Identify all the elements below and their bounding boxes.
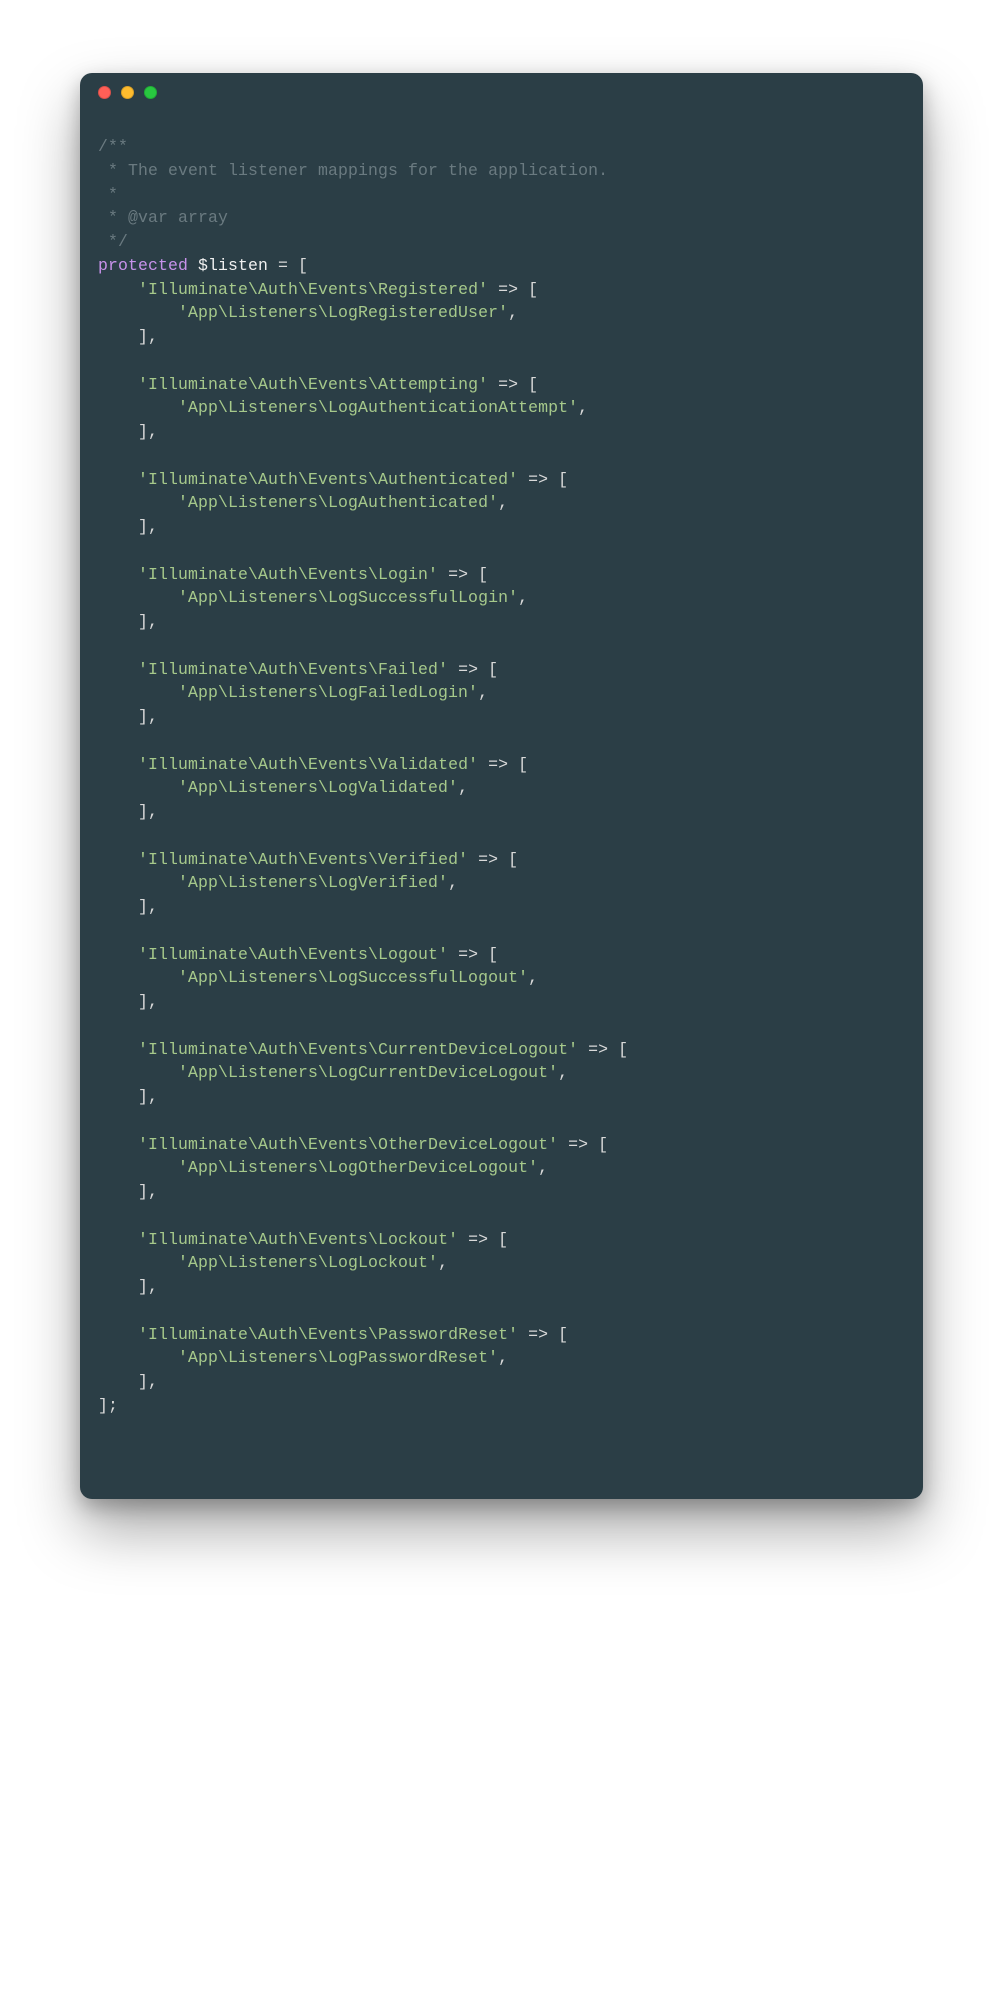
doccomment-blank: * [98, 185, 118, 204]
assign-open: = [ [268, 256, 308, 275]
window-titlebar [80, 73, 923, 111]
arrow-open: => [ [488, 375, 538, 394]
listener-string: 'App\Listeners\LogRegisteredUser' [178, 303, 508, 322]
listener-trail: , [578, 398, 588, 417]
listener-trail: , [498, 493, 508, 512]
doccomment-var: * @var array [98, 208, 228, 227]
entry-close: ], [138, 897, 158, 916]
arrow-open: => [ [478, 755, 528, 774]
event-string: 'Illuminate\Auth\Events\CurrentDeviceLog… [138, 1040, 578, 1059]
listener-string: 'App\Listeners\LogLockout' [178, 1253, 438, 1272]
listener-string: 'App\Listeners\LogValidated' [178, 778, 458, 797]
keyword-protected: protected [98, 256, 188, 275]
listener-string: 'App\Listeners\LogPasswordReset' [178, 1348, 498, 1367]
listener-trail: , [508, 303, 518, 322]
doccomment-close: */ [98, 232, 128, 251]
entry-close: ], [138, 1087, 158, 1106]
entry-close: ], [138, 422, 158, 441]
arrow-open: => [ [468, 850, 518, 869]
listener-string: 'App\Listeners\LogSuccessfulLogout' [178, 968, 528, 987]
listener-string: 'App\Listeners\LogSuccessfulLogin' [178, 588, 518, 607]
traffic-minimize-icon[interactable] [121, 86, 134, 99]
entry-close: ], [138, 327, 158, 346]
listener-string: 'App\Listeners\LogCurrentDeviceLogout' [178, 1063, 558, 1082]
entry-close: ], [138, 802, 158, 821]
entry-close: ], [138, 517, 158, 536]
arrow-open: => [ [448, 660, 498, 679]
arrow-open: => [ [448, 945, 498, 964]
listener-trail: , [538, 1158, 548, 1177]
arrow-open: => [ [458, 1230, 508, 1249]
event-string: 'Illuminate\Auth\Events\Login' [138, 565, 438, 584]
event-string: 'Illuminate\Auth\Events\Registered' [138, 280, 488, 299]
listener-trail: , [558, 1063, 568, 1082]
doccomment-line: * The event listener mappings for the ap… [98, 161, 608, 180]
entry-close: ], [138, 1277, 158, 1296]
arrow-open: => [ [518, 470, 568, 489]
listener-trail: , [438, 1253, 448, 1272]
listener-string: 'App\Listeners\LogVerified' [178, 873, 448, 892]
traffic-zoom-icon[interactable] [144, 86, 157, 99]
arrow-open: => [ [578, 1040, 628, 1059]
event-string: 'Illuminate\Auth\Events\Lockout' [138, 1230, 458, 1249]
code-window: /** * The event listener mappings for th… [80, 73, 923, 1499]
listener-trail: , [448, 873, 458, 892]
listener-trail: , [458, 778, 468, 797]
doccomment-open: /** [98, 137, 128, 156]
arrow-open: => [ [438, 565, 488, 584]
event-string: 'Illuminate\Auth\Events\Failed' [138, 660, 448, 679]
traffic-close-icon[interactable] [98, 86, 111, 99]
listener-string: 'App\Listeners\LogAuthenticated' [178, 493, 498, 512]
listener-string: 'App\Listeners\LogFailedLogin' [178, 683, 478, 702]
arrow-open: => [ [558, 1135, 608, 1154]
listener-string: 'App\Listeners\LogOtherDeviceLogout' [178, 1158, 538, 1177]
listener-string: 'App\Listeners\LogAuthenticationAttempt' [178, 398, 578, 417]
arrow-open: => [ [488, 280, 538, 299]
event-string: 'Illuminate\Auth\Events\Verified' [138, 850, 468, 869]
entry-close: ], [138, 992, 158, 1011]
code-block: /** * The event listener mappings for th… [98, 135, 905, 1418]
event-string: 'Illuminate\Auth\Events\Validated' [138, 755, 478, 774]
arrow-open: => [ [518, 1325, 568, 1344]
listener-trail: , [498, 1348, 508, 1367]
code-area: /** * The event listener mappings for th… [80, 111, 923, 1438]
event-string: 'Illuminate\Auth\Events\Logout' [138, 945, 448, 964]
listener-trail: , [478, 683, 488, 702]
listener-trail: , [528, 968, 538, 987]
listener-trail: , [518, 588, 528, 607]
entry-close: ], [138, 612, 158, 631]
entry-close: ], [138, 1372, 158, 1391]
event-string: 'Illuminate\Auth\Events\OtherDeviceLogou… [138, 1135, 558, 1154]
variable-listen: $listen [198, 256, 268, 275]
entry-close: ], [138, 1182, 158, 1201]
array-close: ]; [98, 1396, 118, 1415]
event-string: 'Illuminate\Auth\Events\PasswordReset' [138, 1325, 518, 1344]
page: /** * The event listener mappings for th… [0, 0, 1003, 1999]
event-string: 'Illuminate\Auth\Events\Attempting' [138, 375, 488, 394]
event-string: 'Illuminate\Auth\Events\Authenticated' [138, 470, 518, 489]
entry-close: ], [138, 707, 158, 726]
